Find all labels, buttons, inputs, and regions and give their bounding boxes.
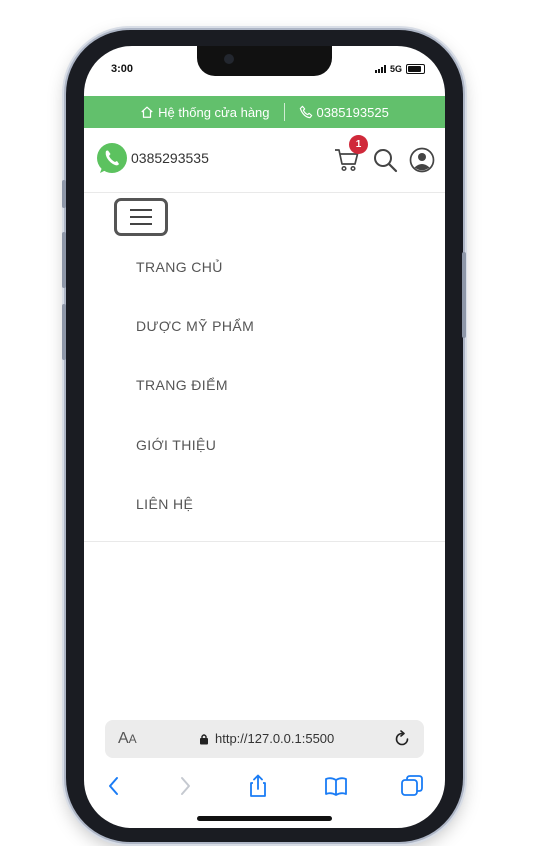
volume-up-button — [62, 232, 66, 288]
side-button — [62, 180, 66, 208]
browser-address-bar[interactable]: AA http://127.0.0.1:5500 — [105, 720, 424, 758]
notch — [197, 46, 332, 76]
text-size-label-small: A — [128, 732, 137, 746]
text-size-button[interactable]: AA — [118, 730, 137, 748]
menu-item-home[interactable]: TRANG CHỦ — [136, 259, 223, 275]
volume-down-button — [62, 304, 66, 360]
store-system-label: Hệ thống cửa hàng — [158, 104, 270, 120]
menu-item-cosmeceuticals[interactable]: DƯỢC MỸ PHẨM — [136, 318, 254, 334]
text-size-label: A — [118, 730, 129, 747]
browser-toolbar — [84, 768, 445, 802]
hotline-link[interactable]: 0385193525 — [299, 105, 389, 120]
url-display[interactable]: http://127.0.0.1:5500 — [199, 731, 334, 746]
menu-item-makeup[interactable]: TRANG ĐIỂM — [136, 377, 228, 393]
menu-item-contact[interactable]: LIÊN HỆ — [136, 496, 193, 512]
hotline-number: 0385193525 — [316, 104, 389, 120]
url-text: http://127.0.0.1:5500 — [215, 731, 335, 746]
reload-icon[interactable] — [393, 730, 411, 748]
hamburger-line — [130, 216, 152, 218]
whatsapp-icon[interactable] — [95, 142, 129, 176]
store-system-link[interactable]: Hệ thống cửa hàng — [140, 104, 270, 120]
battery-icon — [406, 64, 425, 74]
cart-count-badge: 1 — [349, 135, 368, 154]
phone-icon — [299, 105, 312, 119]
hamburger-menu-button[interactable] — [114, 198, 168, 236]
top-info-bar: Hệ thống cửa hàng 0385193525 — [84, 96, 445, 128]
back-icon[interactable] — [102, 774, 126, 798]
power-button — [462, 252, 466, 338]
hamburger-line — [130, 223, 152, 225]
whatsapp-phone[interactable]: 0385293535 — [131, 150, 209, 166]
search-icon[interactable] — [372, 147, 398, 173]
signal-icon — [374, 65, 386, 73]
home-indicator — [197, 816, 332, 821]
status-time: 3:00 — [111, 63, 134, 75]
top-bar-divider — [283, 103, 285, 121]
menu-item-about[interactable]: GIỚI THIỆU — [136, 437, 216, 453]
status-indicators: 5G — [374, 64, 425, 74]
user-icon[interactable] — [409, 147, 435, 173]
share-icon[interactable] — [246, 774, 270, 798]
mobile-nav-menu: TRANG CHỦ DƯỢC MỸ PHẨM TRANG ĐIỂM GIỚI T… — [84, 236, 445, 542]
phone-screen: 3:00 5G Hệ thống cửa hàng 0385193525 038… — [84, 46, 445, 828]
bookmarks-icon[interactable] — [324, 774, 348, 798]
hamburger-icon — [130, 209, 152, 211]
site-header: 0385293535 1 — [84, 128, 445, 193]
tabs-icon[interactable] — [400, 774, 424, 798]
home-icon — [141, 106, 153, 118]
lock-icon — [200, 733, 208, 744]
forward-icon[interactable] — [173, 774, 197, 798]
camera-icon — [224, 54, 234, 64]
network-label: 5G — [389, 64, 402, 74]
